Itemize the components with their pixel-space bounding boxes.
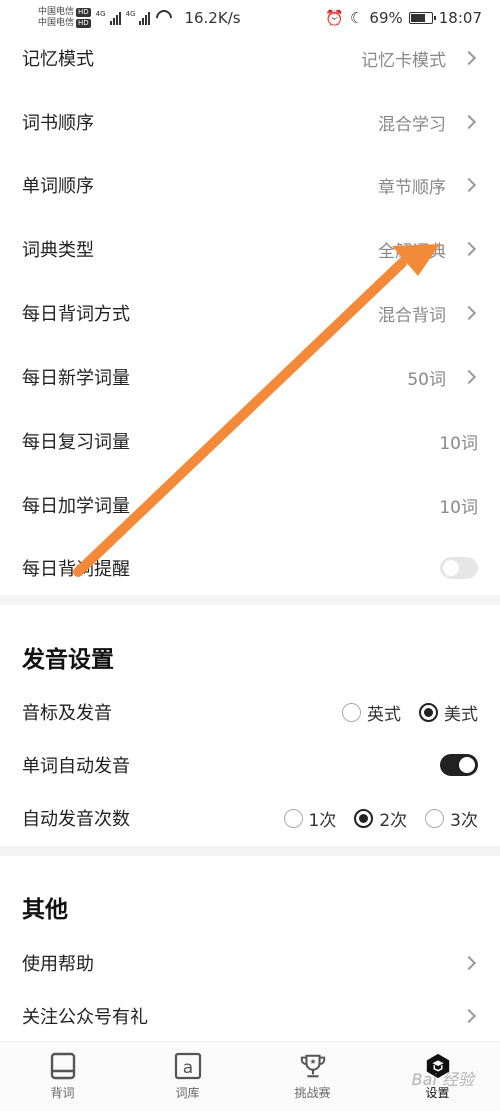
carrier-info: 中国电信 HD 中国电信 HD <box>38 7 91 29</box>
radio-icon <box>283 808 303 828</box>
watermark: Bai 经验 <box>411 1070 474 1089</box>
setting-row-phonetic: 音标及发音 英式 美式 <box>0 688 500 736</box>
chevron-right-icon <box>461 241 477 257</box>
status-bar: 中国电信 HD 中国电信 HD 4G 4G 16.2K/s ⏰ ☾ 69% 18:0… <box>0 0 500 36</box>
radio-once[interactable]: 1次 <box>283 806 337 831</box>
setting-value: 混合学习 <box>378 114 446 135</box>
nav-label: 背词 <box>50 1086 75 1100</box>
section-divider <box>0 846 500 856</box>
nav-item-challenge[interactable]: ★ 挑战赛 <box>250 1042 375 1111</box>
toggle-knob <box>443 560 459 576</box>
setting-value: 全解词典 <box>378 241 446 262</box>
setting-value: 章节顺序 <box>378 177 446 198</box>
radio-thrice[interactable]: 3次 <box>425 806 478 831</box>
setting-value: 记忆卡模式 <box>361 50 446 71</box>
battery-level <box>410 14 425 22</box>
setting-value: 50词 <box>407 369 446 390</box>
radio-label: 3次 <box>450 810 478 831</box>
setting-label: 单词顺序 <box>22 176 94 197</box>
radio-icon <box>425 808 445 828</box>
setting-row-repeat-count: 自动发音次数 1次 2次 3次 <box>0 794 500 842</box>
radio-label: 英式 <box>367 704 401 725</box>
chevron-right-icon <box>461 177 477 193</box>
setting-label: 词书顺序 <box>22 113 94 134</box>
setting-label: 音标及发音 <box>22 703 112 724</box>
setting-row-daily-extra-words[interactable]: 每日加学词量 10词 <box>0 480 500 530</box>
reminder-toggle[interactable] <box>440 557 478 579</box>
setting-row-auto-play: 单词自动发音 <box>0 741 500 789</box>
moon-icon: ☾ <box>349 9 364 27</box>
trophy-icon: ★ <box>299 1052 327 1080</box>
radio-british[interactable]: 英式 <box>342 700 401 725</box>
chevron-right-icon <box>461 1008 477 1024</box>
setting-label: 每日复习词量 <box>22 432 130 453</box>
setting-label: 关注公众号有礼 <box>22 1007 148 1028</box>
carrier-2: 中国电信 <box>38 18 75 28</box>
radio-selected-icon <box>354 808 374 828</box>
section-divider <box>0 595 500 605</box>
chevron-right-icon <box>461 305 477 321</box>
battery-percent: 69% <box>369 9 403 27</box>
dictionary-icon: a <box>174 1052 202 1080</box>
repeat-radio-group: 1次 2次 3次 <box>283 806 478 831</box>
network-type-2: 4G <box>125 9 136 18</box>
carrier-1: 中国电信 <box>38 7 75 17</box>
chevron-right-icon <box>461 50 477 66</box>
book-icon <box>49 1052 77 1080</box>
setting-label: 每日加学词量 <box>22 496 130 517</box>
setting-row-follow-account[interactable]: 关注公众号有礼 <box>0 991 500 1041</box>
network-type-1: 4G <box>95 9 106 18</box>
setting-label: 单词自动发音 <box>22 756 130 777</box>
setting-row-dictionary-type[interactable]: 词典类型 全解词典 <box>0 224 500 274</box>
toggle-knob <box>459 757 475 773</box>
chevron-right-icon <box>461 369 477 385</box>
radio-label: 美式 <box>444 704 478 725</box>
setting-label: 使用帮助 <box>22 954 94 975</box>
setting-row-help[interactable]: 使用帮助 <box>0 938 500 988</box>
setting-value: 10词 <box>439 433 478 454</box>
chevron-right-icon <box>461 955 477 971</box>
alarm-icon: ⏰ <box>325 9 344 27</box>
nav-label: 词库 <box>175 1086 200 1100</box>
network-speed: 16.2K/s <box>184 9 241 27</box>
svg-text:★: ★ <box>309 1057 316 1066</box>
nav-item-library[interactable]: a 词库 <box>125 1042 250 1111</box>
radio-twice[interactable]: 2次 <box>354 806 407 831</box>
setting-row-word-order[interactable]: 单词顺序 章节顺序 <box>0 160 500 210</box>
setting-row-daily-new-words[interactable]: 每日新学词量 50词 <box>0 352 500 402</box>
setting-value: 10词 <box>439 497 478 518</box>
hd-badge: HD <box>76 19 91 28</box>
radio-label: 2次 <box>379 810 408 831</box>
signal-icon <box>109 11 121 25</box>
setting-row-daily-reminder: 每日背词提醒 <box>0 543 500 593</box>
radio-label: 1次 <box>308 810 337 831</box>
setting-label: 词典类型 <box>22 240 94 261</box>
setting-label: 每日背词提醒 <box>22 559 130 580</box>
setting-label: 自动发音次数 <box>22 809 130 830</box>
signal-icon <box>139 11 151 25</box>
nav-label: 挑战赛 <box>294 1086 331 1100</box>
radio-selected-icon <box>419 702 438 722</box>
phonetic-radio-group: 英式 美式 <box>342 700 478 725</box>
setting-row-daily-review-words[interactable]: 每日复习词量 10词 <box>0 416 500 466</box>
chevron-right-icon <box>461 114 477 130</box>
wifi-icon <box>153 6 176 30</box>
setting-value: 混合背词 <box>378 305 446 326</box>
setting-label: 每日新学词量 <box>22 368 130 389</box>
nav-item-study[interactable]: 背词 <box>0 1042 125 1111</box>
radio-icon <box>342 702 361 722</box>
setting-label: 每日背词方式 <box>22 304 130 325</box>
section-title-other: 其他 <box>22 897 68 923</box>
radio-american[interactable]: 美式 <box>419 700 478 725</box>
setting-row-daily-method[interactable]: 每日背词方式 混合背词 <box>0 288 500 338</box>
setting-label: 记忆模式 <box>22 49 94 70</box>
setting-row-book-order[interactable]: 词书顺序 混合学习 <box>0 97 500 147</box>
clock: 18:07 <box>438 9 482 27</box>
svg-text:a: a <box>182 1058 192 1078</box>
battery-icon <box>408 12 436 24</box>
section-title-pronunciation: 发音设置 <box>22 647 114 673</box>
setting-row-memory-mode[interactable]: 记忆模式 记忆卡模式 <box>0 36 500 80</box>
hd-badge: HD <box>76 8 91 17</box>
auto-play-toggle[interactable] <box>440 754 478 776</box>
